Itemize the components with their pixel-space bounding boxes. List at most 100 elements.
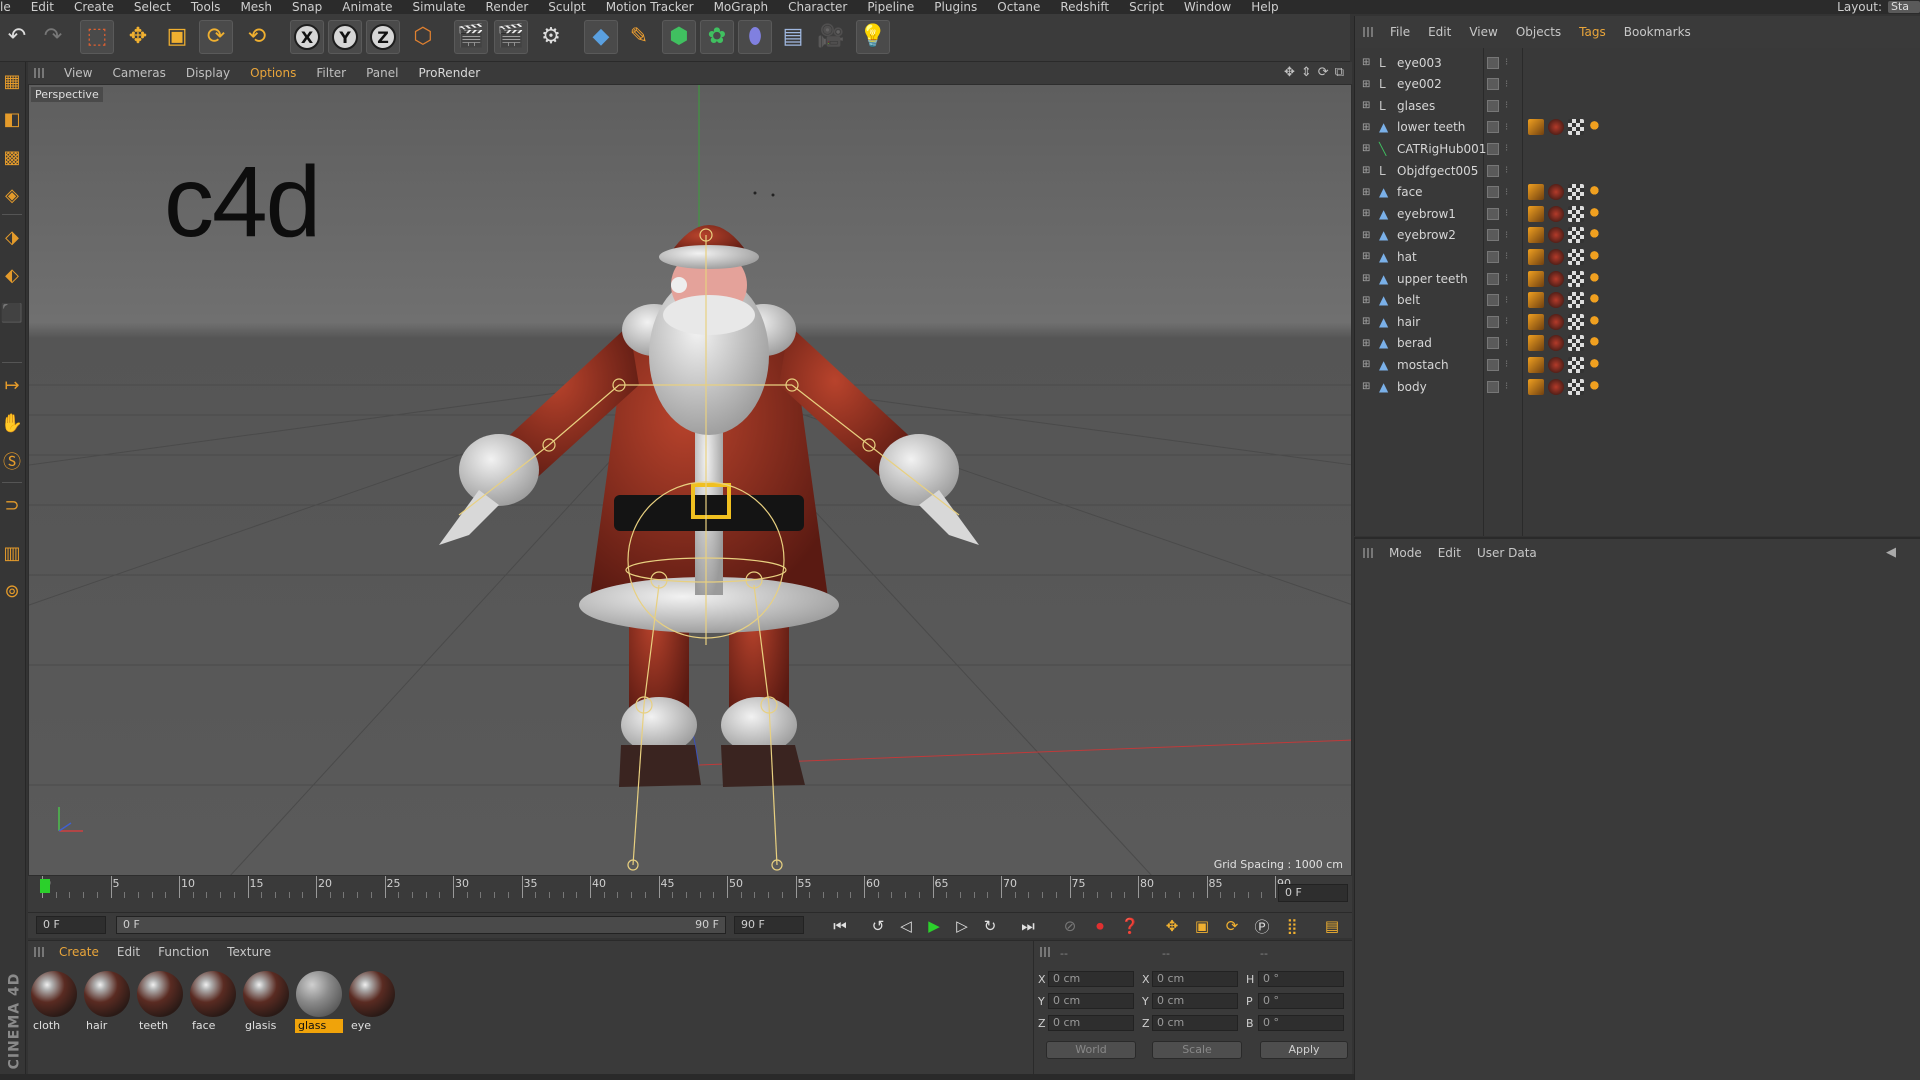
go-to-start-icon[interactable]: ⏮ bbox=[828, 916, 852, 936]
key-position-icon[interactable]: ✥ bbox=[1160, 916, 1184, 936]
pos-y-field[interactable]: 0 cm bbox=[1048, 993, 1134, 1009]
skin-tag-icon[interactable] bbox=[1528, 248, 1544, 265]
layer-toggle-icon[interactable] bbox=[1487, 164, 1499, 177]
layer-toggle-icon[interactable] bbox=[1487, 337, 1499, 350]
autokey-icon[interactable]: ⏺ bbox=[1088, 916, 1112, 936]
expand-icon[interactable]: ⊞ bbox=[1362, 381, 1370, 392]
menu-help[interactable]: Help bbox=[1241, 1, 1288, 13]
rot-h-field[interactable]: 0 ° bbox=[1258, 971, 1344, 987]
weight-tag-icon[interactable] bbox=[1588, 378, 1604, 395]
axis-mode-icon[interactable]: ↦ bbox=[0, 370, 24, 400]
visibility-dots-icon[interactable]: ⁝ bbox=[1505, 79, 1508, 90]
object-row[interactable]: ⊞ ▲ mostach ⁝ bbox=[1355, 354, 1920, 375]
menu-motion-tracker[interactable]: Motion Tracker bbox=[596, 1, 704, 13]
y-axis-button[interactable]: Y bbox=[328, 20, 362, 54]
lock-workplane-icon[interactable]: ▥ bbox=[0, 538, 24, 568]
visibility-dots-icon[interactable]: ⁝ bbox=[1505, 359, 1508, 370]
expand-icon[interactable]: ⊞ bbox=[1362, 165, 1370, 176]
material-cloth[interactable]: cloth bbox=[30, 969, 78, 1033]
go-to-end-icon[interactable]: ⏭ bbox=[1016, 916, 1040, 936]
expand-icon[interactable]: ⊞ bbox=[1362, 273, 1370, 284]
menu-mograph[interactable]: MoGraph bbox=[704, 1, 779, 13]
layer-toggle-icon[interactable] bbox=[1487, 358, 1499, 371]
weight-tag-icon[interactable] bbox=[1588, 270, 1604, 287]
viewport-menu-display[interactable]: Display bbox=[176, 66, 240, 80]
start-frame-field[interactable]: 0 F bbox=[36, 916, 106, 934]
texture-tag-icon[interactable] bbox=[1568, 205, 1584, 222]
key-parameter-icon[interactable]: Ⓟ bbox=[1250, 916, 1274, 936]
previous-frame-icon[interactable]: ◁ bbox=[894, 916, 918, 936]
object-name[interactable]: lower teeth bbox=[1397, 120, 1465, 134]
attribute-menu-edit[interactable]: Edit bbox=[1430, 546, 1469, 560]
menu-window[interactable]: Window bbox=[1174, 1, 1241, 13]
end-frame-field[interactable]: 90 F bbox=[734, 916, 804, 934]
tweak-mode-icon[interactable]: ✋ bbox=[0, 408, 24, 438]
menu-animate[interactable]: Animate bbox=[332, 1, 402, 13]
key-rotation-icon[interactable]: ⟳ bbox=[1220, 916, 1244, 936]
object-row[interactable]: ⊞ ▲ lower teeth ⁝ bbox=[1355, 117, 1920, 138]
viewport-zoom-icon[interactable]: ⇕ bbox=[1301, 65, 1312, 80]
menu-script[interactable]: Script bbox=[1119, 1, 1174, 13]
apply-button[interactable]: Apply bbox=[1260, 1041, 1348, 1059]
material-menu-texture[interactable]: Texture bbox=[218, 945, 280, 959]
magnet-icon[interactable]: ⊃ bbox=[0, 490, 24, 520]
move-icon[interactable]: ✥ bbox=[121, 20, 155, 54]
x-axis-button[interactable]: X bbox=[290, 20, 324, 54]
rot-p-field[interactable]: 0 ° bbox=[1258, 993, 1344, 1009]
expand-icon[interactable]: ⊞ bbox=[1362, 338, 1370, 349]
model-mode-icon[interactable]: ◧ bbox=[0, 104, 24, 134]
snap-icon[interactable]: Ⓢ bbox=[0, 446, 24, 476]
expand-icon[interactable]: ⊞ bbox=[1362, 79, 1370, 90]
rot-b-field[interactable]: 0 ° bbox=[1258, 1015, 1344, 1031]
viewport-menu-filter[interactable]: Filter bbox=[306, 66, 356, 80]
texture-tag-icon[interactable] bbox=[1568, 313, 1584, 330]
skin-tag-icon[interactable] bbox=[1528, 378, 1544, 395]
object-row[interactable]: ⊞ ▲ upper teeth ⁝ bbox=[1355, 268, 1920, 289]
render-settings-icon[interactable]: ⚙ bbox=[534, 20, 568, 54]
attribute-menu-user-data[interactable]: User Data bbox=[1469, 546, 1545, 560]
layer-toggle-icon[interactable] bbox=[1487, 99, 1499, 112]
visibility-dots-icon[interactable]: ⁝ bbox=[1505, 230, 1508, 241]
viewport-menu-view[interactable]: View bbox=[54, 66, 102, 80]
object-name[interactable]: face bbox=[1397, 185, 1423, 199]
skin-tag-icon[interactable] bbox=[1528, 292, 1544, 309]
object-row[interactable]: ⊞ ╲ CATRigHub001 ⁝ bbox=[1355, 138, 1920, 159]
redo-icon[interactable]: ↷ bbox=[36, 20, 70, 54]
layer-toggle-icon[interactable] bbox=[1487, 142, 1499, 155]
key-pla-icon[interactable]: ⣿ bbox=[1280, 916, 1304, 936]
material-tag-icon[interactable] bbox=[1548, 313, 1564, 330]
key-scale-icon[interactable]: ▣ bbox=[1190, 916, 1214, 936]
material-face[interactable]: face bbox=[189, 969, 237, 1033]
material-glass[interactable]: glass bbox=[295, 969, 343, 1033]
attribute-menu-mode[interactable]: Mode bbox=[1381, 546, 1430, 560]
object-row[interactable]: ⊞ ▲ face ⁝ bbox=[1355, 182, 1920, 203]
material-tag-icon[interactable] bbox=[1548, 292, 1564, 309]
go-to-next-key-icon[interactable]: ↻ bbox=[978, 916, 1002, 936]
object-name[interactable]: hat bbox=[1397, 250, 1417, 264]
material-teeth[interactable]: teeth bbox=[136, 969, 184, 1033]
visibility-dots-icon[interactable]: ⁝ bbox=[1505, 251, 1508, 262]
object-name[interactable]: body bbox=[1397, 380, 1427, 394]
object-name[interactable]: hair bbox=[1397, 315, 1420, 329]
viewport-menu-panel[interactable]: Panel bbox=[356, 66, 408, 80]
material-tag-icon[interactable] bbox=[1548, 184, 1564, 201]
live-selection-icon[interactable]: ⬚ bbox=[80, 20, 114, 54]
size-x-field[interactable]: 0 cm bbox=[1152, 971, 1238, 987]
recent-tool-icon[interactable]: ⟲ bbox=[240, 20, 274, 54]
expand-icon[interactable]: ⊞ bbox=[1362, 143, 1370, 154]
material-glasis[interactable]: glasis bbox=[242, 969, 290, 1033]
object-name[interactable]: berad bbox=[1397, 336, 1432, 350]
menu-tools[interactable]: Tools bbox=[181, 1, 231, 13]
scale-icon[interactable]: ▣ bbox=[160, 20, 194, 54]
objects-menu-bookmarks[interactable]: Bookmarks bbox=[1615, 25, 1700, 39]
render-view-icon[interactable]: 🎬 bbox=[454, 20, 488, 54]
expand-icon[interactable]: ⊞ bbox=[1362, 295, 1370, 306]
texture-tag-icon[interactable] bbox=[1568, 378, 1584, 395]
objects-menu-edit[interactable]: Edit bbox=[1419, 25, 1460, 39]
objects-menu-view[interactable]: View bbox=[1460, 25, 1506, 39]
object-row[interactable]: ⊞ L Objdfgect005 ⁝ bbox=[1355, 160, 1920, 181]
cube-icon[interactable]: ◆ bbox=[584, 20, 618, 54]
undo-icon[interactable]: ↶ bbox=[0, 20, 34, 54]
menu-create[interactable]: Create bbox=[64, 1, 124, 13]
skin-tag-icon[interactable] bbox=[1528, 184, 1544, 201]
